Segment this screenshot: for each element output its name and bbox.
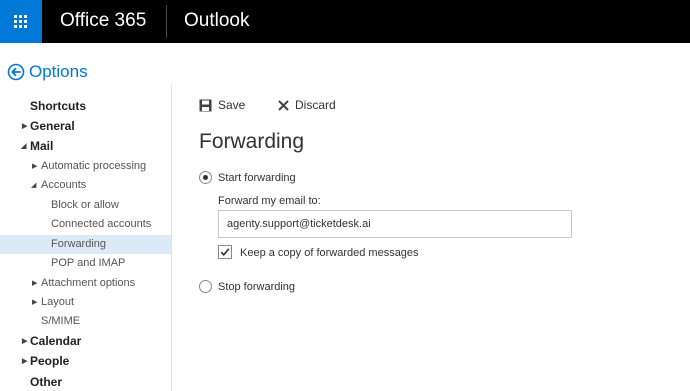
sidebar-item-block-or-allow[interactable]: Block or allow xyxy=(0,196,171,215)
page-title: Forwarding xyxy=(199,130,305,153)
save-icon xyxy=(199,99,212,111)
sidebar-item-other[interactable]: Other xyxy=(0,373,171,391)
sidebar-item-label: Accounts xyxy=(41,179,87,191)
sidebar-item-connected-accounts[interactable]: Connected accounts xyxy=(0,215,171,234)
expand-arrow-icon[interactable]: ▶ xyxy=(22,352,27,371)
radio-selected-dot xyxy=(203,175,208,180)
options-sidebar: Shortcuts ▶ General ◢ Mail ▶ Automatic p… xyxy=(0,85,172,391)
sidebar-item-layout[interactable]: ▶ Layout xyxy=(0,293,171,312)
back-arrow-circle-icon xyxy=(7,63,25,81)
close-icon xyxy=(278,99,289,111)
start-forwarding-radio[interactable] xyxy=(199,171,212,184)
keep-copy-label[interactable]: Keep a copy of forwarded messages xyxy=(240,246,419,260)
sidebar-item-forwarding[interactable]: Forwarding xyxy=(0,235,171,254)
sidebar-item-accounts[interactable]: ◢ Accounts xyxy=(0,176,171,195)
options-title: Options xyxy=(29,62,88,81)
sidebar-item-automatic-processing[interactable]: ▶ Automatic processing xyxy=(0,157,171,176)
sidebar-item-general[interactable]: ▶ General xyxy=(0,117,171,136)
sidebar-item-mail[interactable]: ◢ Mail xyxy=(0,137,171,156)
top-bar: Office 365 Outlook xyxy=(0,0,690,43)
sidebar-item-label: Block or allow xyxy=(51,199,119,211)
app-launcher-icon[interactable] xyxy=(0,0,42,43)
sidebar-item-attachment-options[interactable]: ▶ Attachment options xyxy=(0,274,171,293)
save-button[interactable]: Save xyxy=(199,96,245,114)
sidebar-item-label: Connected accounts xyxy=(51,218,152,230)
sidebar-item-label: People xyxy=(30,354,70,368)
stop-forwarding-radio[interactable] xyxy=(199,280,212,293)
expand-arrow-icon[interactable]: ▶ xyxy=(22,332,27,351)
sidebar-item-label: Other xyxy=(30,375,63,389)
sidebar-item-people[interactable]: ▶ People xyxy=(0,352,171,371)
sidebar-item-label: Calendar xyxy=(30,334,82,348)
discard-button[interactable]: Discard xyxy=(278,96,336,114)
sidebar-item-label: POP and IMAP xyxy=(51,257,126,269)
sidebar-item-label: Attachment options xyxy=(41,277,136,289)
topbar-divider xyxy=(166,5,167,38)
expand-arrow-icon[interactable]: ▶ xyxy=(22,117,27,136)
stop-forwarding-label[interactable]: Stop forwarding xyxy=(218,280,295,294)
save-label: Save xyxy=(218,98,246,112)
expand-arrow-icon[interactable]: ▶ xyxy=(32,157,37,176)
collapse-arrow-icon[interactable]: ◢ xyxy=(21,137,26,156)
forward-email-input[interactable] xyxy=(218,210,572,238)
start-forwarding-label[interactable]: Start forwarding xyxy=(218,171,296,185)
forward-to-label: Forward my email to: xyxy=(218,195,321,207)
sidebar-item-pop-and-imap[interactable]: POP and IMAP xyxy=(0,254,171,273)
keep-copy-checkbox[interactable] xyxy=(218,245,232,259)
sidebar-item-calendar[interactable]: ▶ Calendar xyxy=(0,332,171,351)
expand-arrow-icon[interactable]: ▶ xyxy=(32,293,37,312)
options-back-link[interactable]: Options xyxy=(7,60,88,84)
sidebar-item-label: Mail xyxy=(30,139,54,153)
discard-label: Discard xyxy=(295,98,336,112)
office-365-brand[interactable]: Office 365 xyxy=(60,9,146,33)
checkmark-icon xyxy=(220,248,230,256)
sidebar-item-label: General xyxy=(30,119,75,133)
sidebar-item-shortcuts[interactable]: Shortcuts xyxy=(0,97,171,116)
sidebar-item-label: Layout xyxy=(41,296,75,308)
sidebar-item-label: Shortcuts xyxy=(30,99,87,113)
sidebar-item-label: Automatic processing xyxy=(41,160,147,172)
sidebar-item-label: Forwarding xyxy=(51,238,107,250)
sidebar-item-label: S/MIME xyxy=(41,315,81,327)
expand-arrow-icon[interactable]: ▶ xyxy=(32,274,37,293)
app-name[interactable]: Outlook xyxy=(184,9,249,33)
collapse-arrow-icon[interactable]: ◢ xyxy=(31,176,36,195)
sidebar-item-smime[interactable]: S/MIME xyxy=(0,312,171,331)
